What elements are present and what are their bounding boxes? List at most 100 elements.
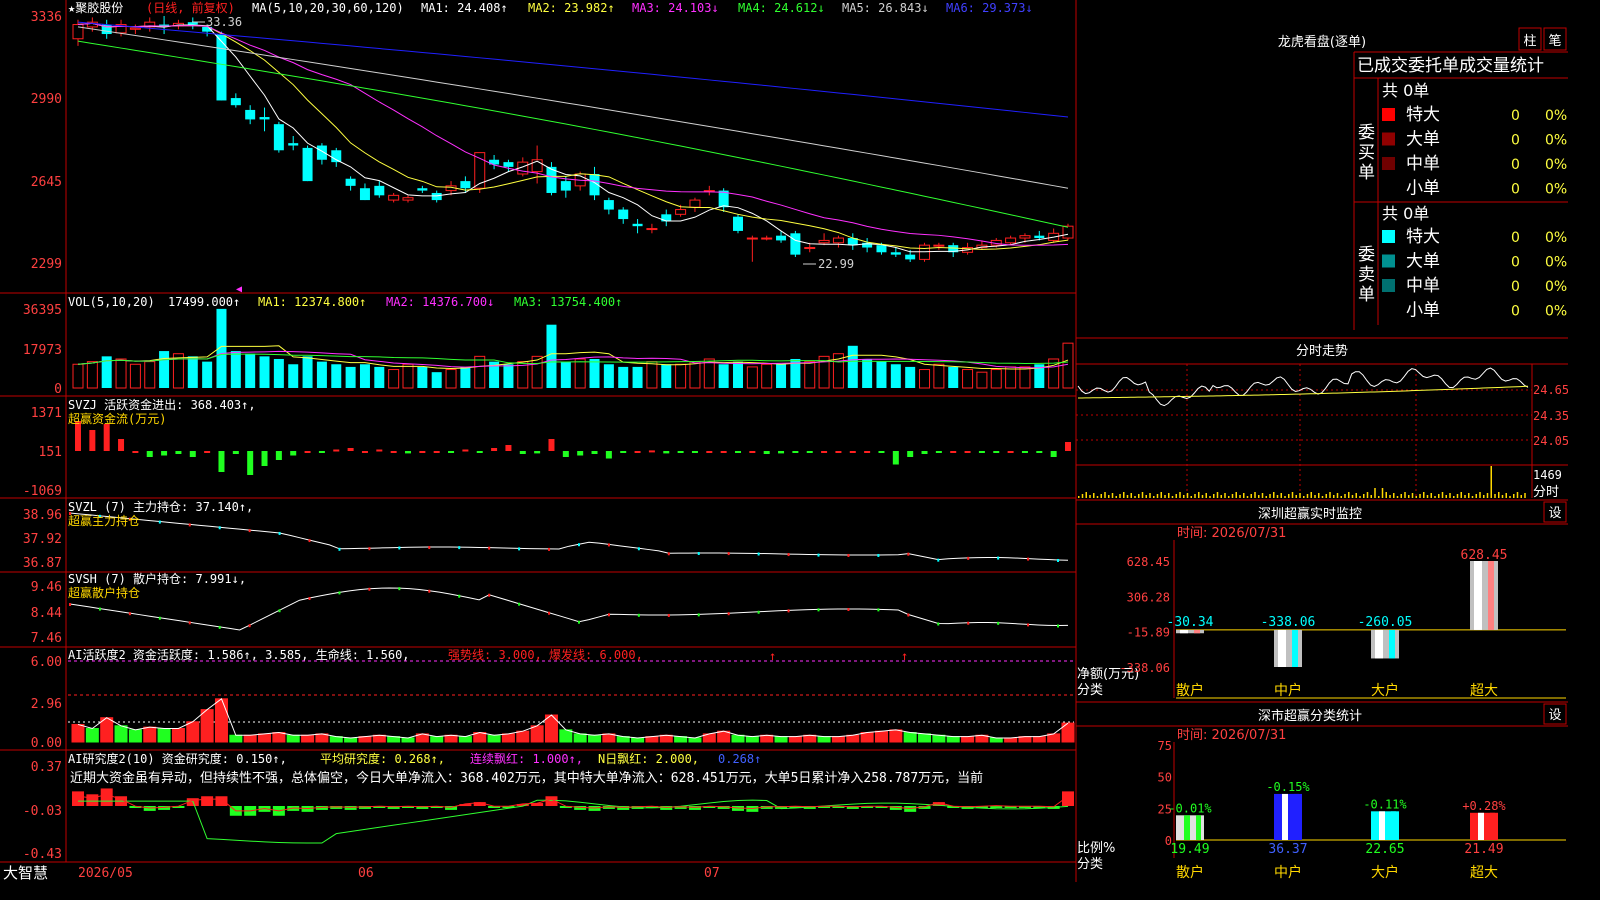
fund-flow-bar (964, 451, 971, 453)
position-tick (1027, 623, 1030, 627)
activity-bar (731, 734, 745, 743)
candlestick (703, 185, 715, 196)
volume-bar (288, 364, 299, 388)
activity-bar (831, 736, 845, 743)
realtime-bar-value: -30.34 (1167, 615, 1214, 630)
volume-bar (331, 364, 342, 388)
sell-row-count: 0 (1511, 230, 1520, 246)
intraday-volume-bar (1494, 494, 1496, 498)
classify-category: 大户 (1371, 864, 1399, 881)
intraday-title: 分时走势 (1296, 343, 1348, 359)
intraday-volume-bar (1363, 494, 1365, 498)
position-tick (817, 553, 820, 557)
position-tick (518, 547, 521, 551)
classify-change: -0.11% (1363, 797, 1407, 811)
fund-flow-bar (935, 451, 942, 453)
activity-bar (817, 736, 831, 743)
candlestick (661, 209, 672, 227)
fund-flow-bar (792, 451, 799, 453)
realtime-bar-value: -260.05 (1358, 615, 1413, 630)
fund-flow-bar (218, 451, 225, 472)
svsh-y-tick: 9.46 (31, 580, 62, 595)
sell-row-label: 中单 (1406, 276, 1440, 296)
intraday-volume-bar (1520, 495, 1522, 498)
intraday-volume-bar (1501, 495, 1504, 498)
position-tick (937, 558, 940, 562)
fund-flow-bar (620, 451, 627, 453)
buy-row-label: 小单 (1406, 179, 1440, 199)
position-tick (997, 556, 1000, 560)
intraday-vol-tick: 1469 (1533, 468, 1562, 482)
intraday-volume-bar (1516, 492, 1519, 498)
volume-bar (273, 358, 284, 388)
realtime-bar (1176, 629, 1204, 634)
volume-bar (905, 366, 916, 388)
candlestick (345, 176, 356, 191)
intraday-volume-bar (1291, 492, 1294, 498)
volume-bar (159, 351, 170, 388)
vol-y-tick: 0 (54, 382, 62, 397)
intraday-volume-bar (1303, 496, 1305, 498)
buy-side-label: 委 (1358, 123, 1375, 143)
vol-value: 17499.000↑ (168, 295, 240, 309)
volume-bar (675, 363, 687, 389)
intraday-volume-bar (1344, 494, 1346, 498)
fund-flow-bar (735, 451, 741, 453)
activity-bar (258, 733, 272, 743)
fund-flow-bar (806, 451, 813, 453)
position-tick (817, 608, 820, 612)
intraday-volume-bar (1333, 495, 1335, 498)
activity-bar (430, 736, 444, 743)
volume-bar (933, 363, 945, 389)
research-bar (100, 788, 113, 806)
svzj-header: SVZJ 活跃资金进出: 368.403↑, (68, 397, 256, 412)
volume-bar (976, 371, 988, 389)
sell-legend-swatch (1382, 279, 1395, 292)
position-tick (697, 613, 700, 617)
fund-flow-bar (720, 451, 727, 453)
fund-flow-bar (161, 451, 168, 456)
classify-value: 19.49 (1170, 842, 1209, 857)
intraday-volume-bar (1299, 493, 1301, 498)
activity-bar (186, 721, 200, 743)
sell-row-percent: 0% (1545, 279, 1567, 295)
chart-period: (日线, 前复权) (146, 0, 235, 15)
fund-flow-bar (261, 451, 268, 466)
realtime-bar-value: 628.45 (1461, 548, 1508, 563)
buy-row-count: 0 (1511, 133, 1520, 149)
candlestick (618, 207, 629, 224)
activity-bar (588, 734, 602, 743)
fund-flow-bar (821, 451, 828, 453)
candlestick (761, 235, 773, 241)
sell-row-percent: 0% (1545, 255, 1567, 271)
dragon-tabs[interactable]: 已成交委托单成交量统计 (1357, 56, 1544, 76)
intraday-volume-bar (1108, 495, 1110, 498)
intraday-volume-bar (1134, 496, 1136, 498)
volume-bar (948, 366, 959, 388)
buy-side-label: 买 (1358, 143, 1375, 163)
intraday-volume-bar (1213, 494, 1215, 498)
realtime-bar (1274, 629, 1302, 667)
fund-flow-bar (892, 451, 899, 465)
ai-research-y-tick: 0.37 (31, 760, 62, 775)
fund-flow-bar (118, 439, 125, 451)
buy-legend-swatch (1382, 157, 1395, 170)
fund-flow-bar (663, 451, 670, 454)
volume-bar (503, 364, 514, 388)
intraday-volume-bar (1441, 492, 1444, 498)
ma1-value: MA1: 24.408↑ (421, 1, 508, 15)
main-y-tick: 2645 (31, 175, 62, 190)
activity-bar (214, 698, 228, 743)
position-tick (248, 624, 251, 628)
intraday-volume-bar (1168, 493, 1170, 498)
activity-bar (401, 737, 415, 743)
realtime-y-tick: 306.28 (1127, 590, 1170, 604)
candlestick (402, 195, 414, 203)
activity-bar (286, 734, 300, 743)
volume-bar (187, 356, 198, 388)
realtime-y-tick: -15.89 (1127, 626, 1170, 640)
volume-bar (603, 364, 614, 388)
ma2-line (77, 22, 1069, 250)
activity-bar (530, 725, 544, 743)
intraday-volume-bar (1434, 496, 1436, 498)
